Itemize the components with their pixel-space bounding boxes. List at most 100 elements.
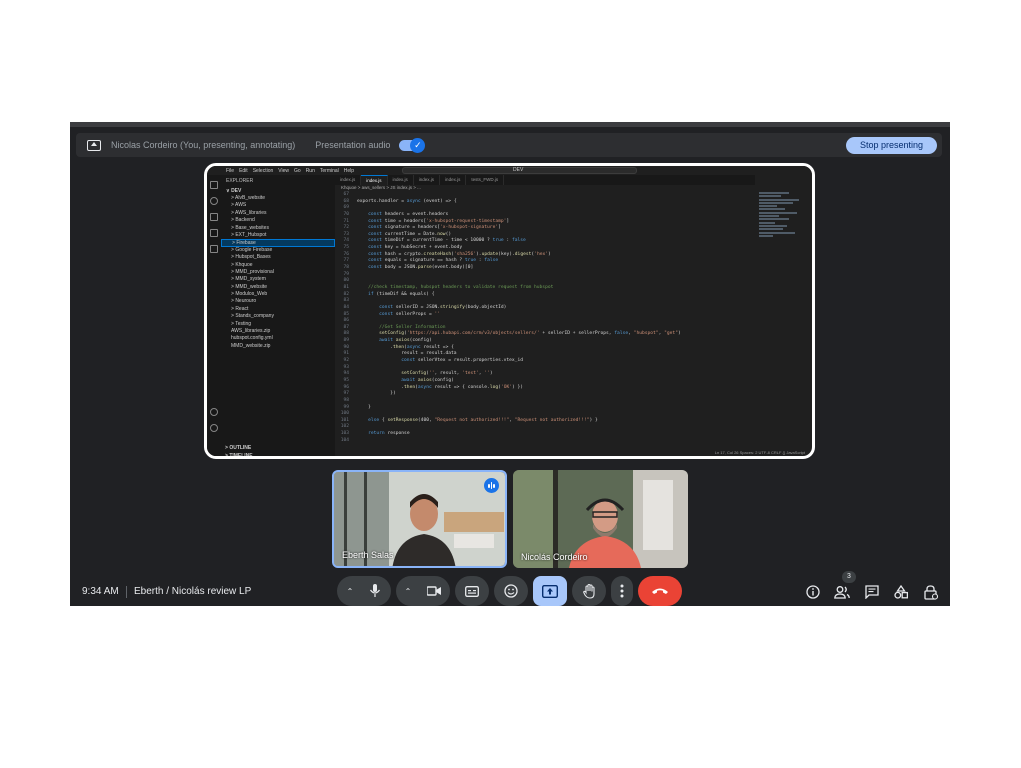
vscode-menu-item: Run bbox=[305, 167, 315, 174]
code-line: 99 } bbox=[335, 405, 755, 412]
explorer-folder: > Modulos_Web bbox=[231, 291, 268, 298]
microphone-icon[interactable] bbox=[369, 584, 381, 598]
timeline-label: TIMELINE bbox=[229, 453, 253, 459]
extensions-icon bbox=[210, 245, 218, 253]
code-text: const body = JSON.parse(event.body)[0] bbox=[368, 265, 474, 271]
code-text: await axios(config) bbox=[401, 377, 454, 383]
outline-section: > OUTLINE bbox=[225, 445, 252, 451]
explorer-folder: > Base_websites bbox=[231, 224, 269, 231]
vscode-search: DEV bbox=[402, 167, 637, 174]
present-screen-icon bbox=[542, 584, 558, 598]
participant-tile-eberth[interactable]: Eberth Salas bbox=[332, 470, 507, 568]
code-line: 70 const headers = event.headers bbox=[335, 212, 755, 219]
editor-tab: index.js bbox=[388, 175, 414, 185]
camera-options-chevron-icon[interactable]: ⌃ bbox=[405, 587, 412, 596]
present-now-button[interactable] bbox=[533, 576, 567, 606]
explorer-folder: > AlvB_website bbox=[231, 195, 266, 201]
code-line: 84 const sellerID = JSON.stringify(body.… bbox=[335, 305, 755, 312]
explorer-file: hubspot.config.yml bbox=[231, 335, 273, 342]
code-text: exports.handler = async (event) => { bbox=[357, 198, 457, 204]
editor-tab: tests_FWD.js bbox=[466, 175, 505, 185]
chat-button[interactable] bbox=[864, 584, 880, 600]
code-line: 80 bbox=[335, 278, 755, 285]
people-icon bbox=[834, 585, 850, 599]
code-line: 85 const sellerProps = '' bbox=[335, 312, 755, 319]
explorer-header: EXPLORER bbox=[226, 178, 254, 184]
explorer-folder: > Khquoe bbox=[231, 261, 253, 268]
mic-options-chevron-icon[interactable]: ⌃ bbox=[347, 587, 354, 596]
account-icon bbox=[210, 408, 218, 416]
raise-hand-button[interactable] bbox=[572, 576, 606, 606]
code-line: 100 bbox=[335, 411, 755, 418]
code-text: const sellerID = JSON.stringify(body.obj… bbox=[379, 304, 507, 310]
code-line: 69 bbox=[335, 205, 755, 212]
code-text: const key = hubSecret + event.body bbox=[368, 245, 463, 251]
reactions-button[interactable] bbox=[494, 576, 528, 606]
line-number: 92 bbox=[343, 358, 349, 364]
presenter-status: Nicolas Cordeiro (You, presenting, annot… bbox=[111, 140, 296, 150]
line-number: 86 bbox=[343, 318, 349, 324]
line-number: 78 bbox=[343, 265, 349, 271]
source-control-icon bbox=[210, 213, 218, 221]
editor-breadcrumb: Khquoe > aws_sellers > JS index.js > ... bbox=[341, 185, 421, 190]
raise-hand-icon bbox=[582, 583, 595, 599]
leave-call-button[interactable] bbox=[638, 576, 682, 606]
more-options-button[interactable] bbox=[611, 576, 633, 606]
settings-icon bbox=[210, 424, 218, 432]
explorer-file: MMD_website.zip bbox=[231, 342, 271, 349]
people-button[interactable] bbox=[834, 584, 850, 600]
line-number: 75 bbox=[343, 245, 349, 251]
meeting-time: 9:34 AM bbox=[82, 586, 119, 597]
code-line: 101 else { setResponse(400, "Request not… bbox=[335, 418, 755, 425]
files-icon bbox=[210, 181, 218, 189]
explorer-root: ∨ DEV bbox=[226, 188, 242, 194]
code-text: //check timestamp, hubspot headers to va… bbox=[357, 284, 554, 290]
vscode-menu-item: Help bbox=[343, 167, 355, 174]
activities-button[interactable] bbox=[893, 584, 909, 600]
host-controls-button[interactable] bbox=[923, 584, 939, 600]
line-number: 103 bbox=[340, 431, 349, 437]
explorer-folder: > Stands_company bbox=[231, 313, 274, 320]
presentation-audio-toggle[interactable]: ✓ bbox=[399, 137, 426, 153]
captions-icon bbox=[465, 585, 479, 597]
explorer-folder: > EXT_Hubspot bbox=[231, 231, 267, 238]
explorer-file: AWS_libraries.zip bbox=[231, 328, 271, 335]
vscode-menu-item: Terminal bbox=[319, 167, 339, 174]
meeting-details-button[interactable] bbox=[805, 584, 821, 600]
line-number: 70 bbox=[343, 211, 349, 217]
stop-presenting-button[interactable]: Stop presenting bbox=[845, 137, 937, 154]
line-number: 104 bbox=[340, 437, 349, 443]
explorer-folder: > Backend bbox=[231, 217, 255, 224]
line-number: 94 bbox=[343, 371, 349, 377]
code-line: 79 bbox=[335, 272, 755, 279]
participant-tile-nicolas[interactable]: Nicolás Cordeiro bbox=[513, 470, 688, 568]
explorer-folder: > Hubspot_Bases bbox=[231, 254, 271, 261]
code-text: const signature = headers['x-hubspot-sig… bbox=[368, 225, 501, 231]
editor-tab: index.js bbox=[414, 175, 441, 185]
explorer-folder: > MMD_website bbox=[231, 283, 267, 290]
shared-screen: File Edit Selection View Go Run Terminal Help D… bbox=[204, 163, 815, 459]
outline-label: OUTLINE bbox=[229, 445, 252, 451]
explorer-folder: > AWS bbox=[231, 202, 247, 209]
camera-icon[interactable] bbox=[427, 586, 442, 596]
code-line: 67 bbox=[335, 192, 755, 199]
captions-button[interactable] bbox=[455, 576, 489, 606]
line-number: 97 bbox=[343, 391, 349, 397]
editor-tab: index.js bbox=[335, 175, 362, 185]
speaking-indicator-icon bbox=[484, 478, 499, 493]
vscode-menu-item: File bbox=[226, 167, 235, 174]
code-text: } bbox=[357, 404, 371, 410]
explorer-folder: > AWS_libraries bbox=[231, 209, 267, 216]
participant-name: Nicolás Cordeiro bbox=[521, 552, 588, 562]
microphone-control-group: ⌃ bbox=[337, 576, 391, 606]
vscode-titlebar: File Edit Selection View Go Run Terminal Help D… bbox=[207, 166, 812, 175]
code-line: 75 const key = hubSecret + event.body bbox=[335, 245, 755, 252]
meeting-divider bbox=[126, 586, 127, 598]
explorer-folder: > Firebase bbox=[221, 239, 335, 247]
explorer-folder: > Neurouro bbox=[231, 298, 257, 305]
timeline-section: > TIMELINE bbox=[225, 453, 253, 459]
line-number: 80 bbox=[343, 278, 349, 284]
vscode-activity-bar bbox=[207, 175, 221, 456]
code-line: 104 bbox=[335, 438, 755, 445]
camera-control-group: ⌃ bbox=[396, 576, 450, 606]
